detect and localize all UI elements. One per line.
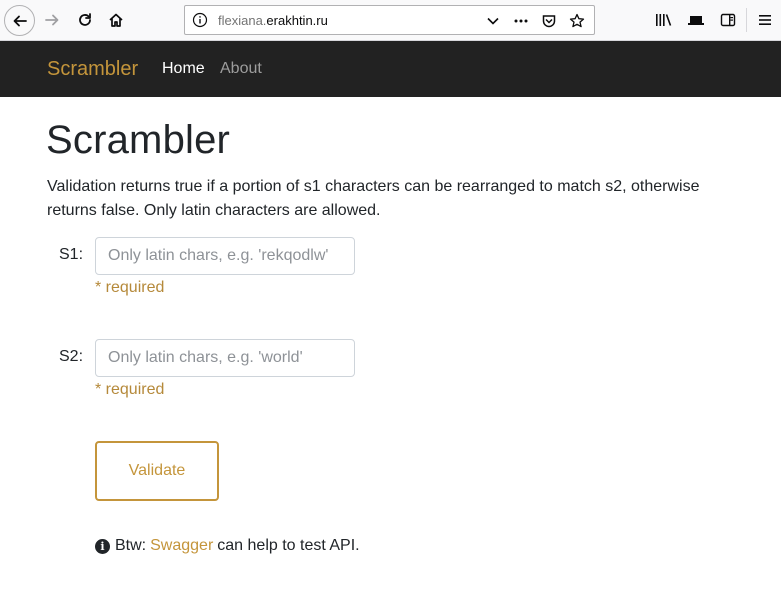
sidebar-icon (720, 13, 736, 27)
synced-tabs-button[interactable] (682, 6, 710, 34)
more-dots-icon[interactable] (512, 12, 530, 30)
hint-prefix: Btw: (115, 537, 147, 554)
forward-arrow-icon (45, 14, 59, 26)
reload-icon (79, 13, 91, 26)
s2-label: S2: (59, 348, 84, 365)
s1-required-message: * required (95, 279, 165, 296)
info-circle-icon: i (95, 538, 110, 554)
forward-button[interactable] (38, 6, 66, 34)
hint-suffix: can help to test API. (217, 537, 360, 554)
url-actions (484, 12, 586, 30)
back-arrow-icon (13, 15, 27, 26)
toolbar-separator (746, 8, 747, 32)
menu-button[interactable] (751, 6, 779, 34)
chevron-down-icon[interactable] (484, 12, 502, 30)
home-icon (109, 13, 123, 27)
page-description: Validation returns true if a portion of … (47, 178, 700, 219)
library-icon (656, 14, 672, 26)
swagger-hint: i Btw: Swagger can help to test API. (95, 537, 360, 555)
sidebar-button[interactable] (714, 6, 742, 34)
s2-required-message: * required (95, 381, 165, 398)
pocket-icon[interactable] (540, 12, 558, 30)
back-button[interactable] (4, 5, 35, 36)
browser-toolbar: flexiana.erakhtin.ru (0, 0, 781, 41)
url-text[interactable]: flexiana.erakhtin.ru (218, 13, 328, 28)
s1-input[interactable] (95, 237, 355, 275)
s2-input[interactable] (95, 339, 355, 377)
star-icon[interactable] (568, 12, 586, 30)
synced-tabs-icon (688, 16, 704, 25)
s1-label: S1: (59, 246, 84, 263)
site-navbar: Scrambler Home About (0, 41, 781, 97)
validate-button[interactable]: Validate (95, 441, 219, 501)
info-icon[interactable] (192, 12, 208, 28)
url-bar[interactable]: flexiana.erakhtin.ru (184, 5, 595, 35)
page-title: Scrambler (46, 118, 231, 162)
library-button[interactable] (650, 6, 678, 34)
home-button[interactable] (102, 6, 130, 34)
nav-link-home[interactable]: Home (162, 60, 205, 78)
url-prefix: flexiana. (218, 13, 267, 28)
reload-button[interactable] (71, 6, 99, 34)
swagger-link[interactable]: Swagger (150, 537, 213, 555)
nav-link-about[interactable]: About (220, 60, 262, 78)
hamburger-menu-icon (759, 15, 771, 25)
navbar-brand[interactable]: Scrambler (47, 58, 138, 81)
url-domain: erakhtin.ru (266, 13, 328, 28)
